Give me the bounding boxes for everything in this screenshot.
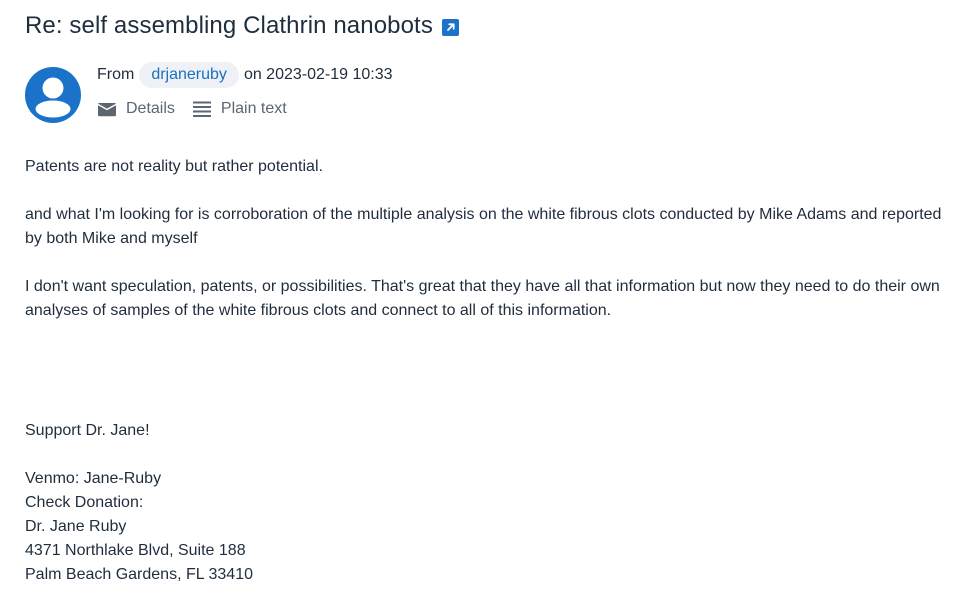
message-actions: Details Plain text <box>97 100 304 118</box>
signature-address-line-2: Palm Beach Gardens, FL 33410 <box>25 566 253 583</box>
avatar <box>25 67 81 123</box>
user-avatar-icon <box>35 77 71 118</box>
message-date: on 2023-02-19 10:33 <box>243 66 393 83</box>
from-label: From <box>97 66 135 83</box>
envelope-icon <box>98 103 116 117</box>
body-paragraph-1: Patents are not reality but rather poten… <box>25 158 323 175</box>
signature-spacer <box>25 395 950 419</box>
plain-text-button[interactable]: Plain text <box>192 100 287 118</box>
signature-name: Dr. Jane Ruby <box>25 518 127 535</box>
message-header: Re: self assembling Clathrin nanobots <box>25 12 459 40</box>
sender-link[interactable]: drjaneruby <box>139 62 239 88</box>
body-paragraph-2: and what I'm looking for is corroboratio… <box>25 206 942 247</box>
signature-spacer <box>25 323 950 395</box>
signature-address-line-1: 4371 Northlake Blvd, Suite 188 <box>25 542 246 559</box>
lines-icon <box>192 101 211 117</box>
details-button[interactable]: Details <box>97 100 175 118</box>
body-paragraph-3: I don't want speculation, patents, or po… <box>25 278 940 319</box>
details-label: Details <box>126 100 175 117</box>
message-meta: From drjaneruby on 2023-02-19 10:33 <box>97 62 393 88</box>
signature-venmo: Venmo: Jane-Ruby <box>25 470 162 487</box>
message-subject: Re: self assembling Clathrin nanobots <box>25 12 433 39</box>
plain-text-label: Plain text <box>220 100 287 117</box>
message-body: Patents are not reality but rather poten… <box>25 155 950 587</box>
external-link-icon[interactable] <box>441 18 459 36</box>
signature-check: Check Donation: <box>25 494 144 511</box>
signature-support: Support Dr. Jane! <box>25 422 150 439</box>
